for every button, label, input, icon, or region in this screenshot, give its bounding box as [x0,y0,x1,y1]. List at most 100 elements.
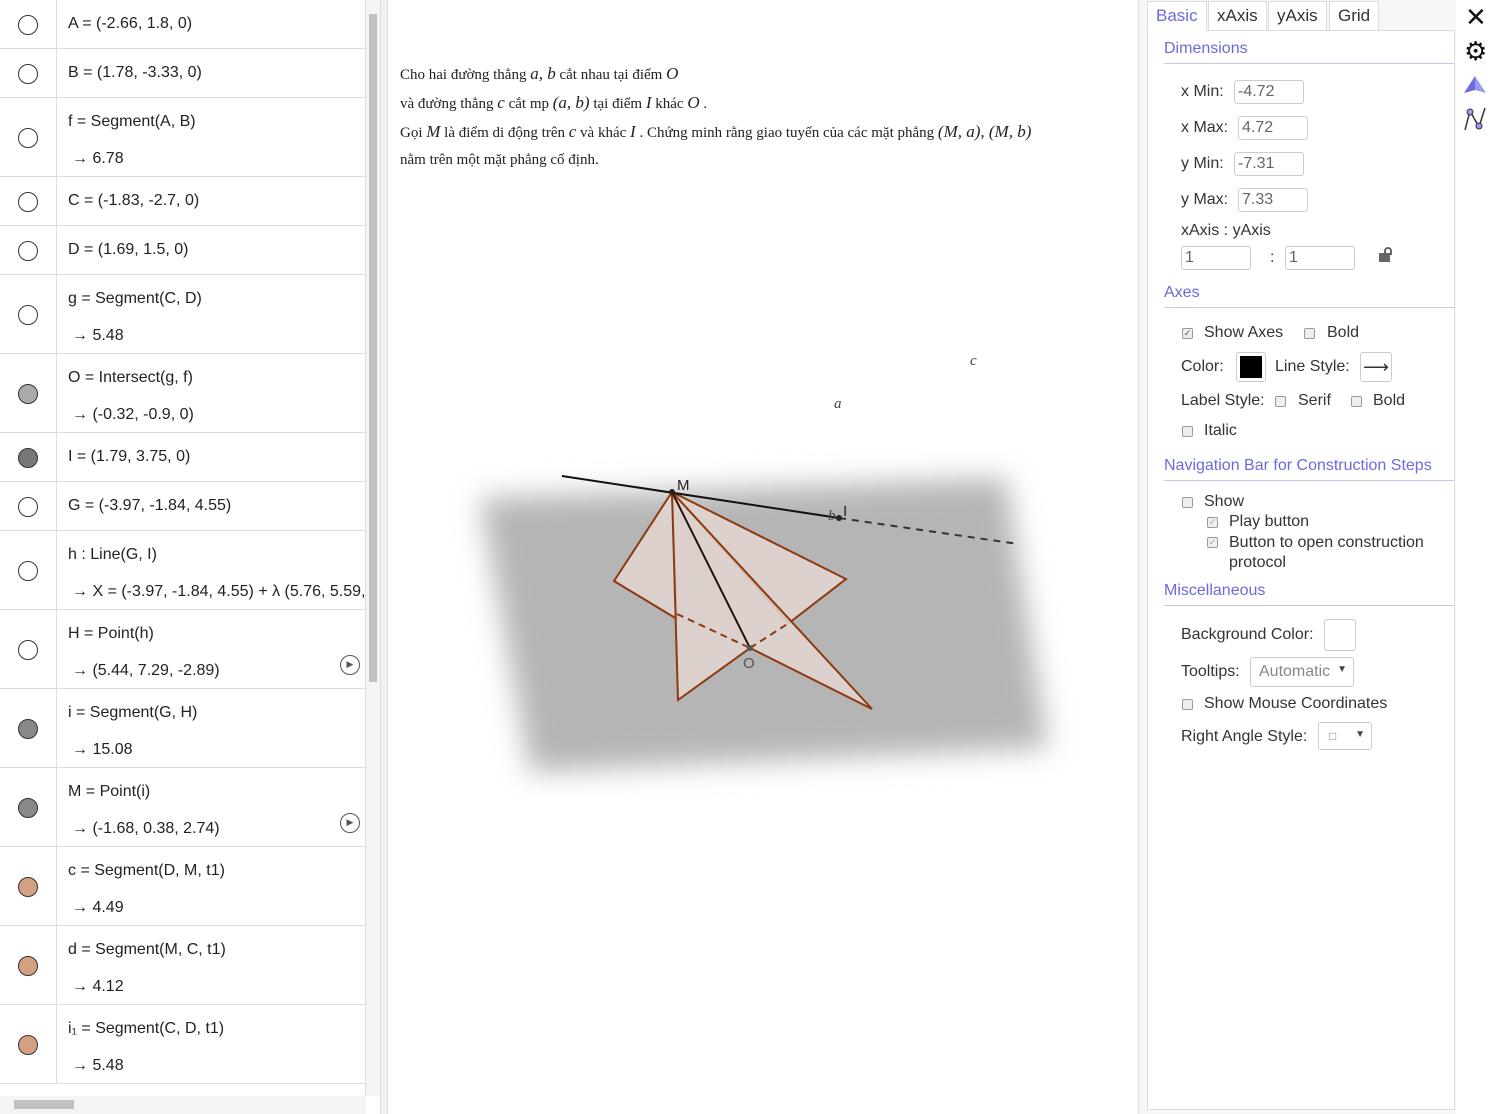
object-value: → (5.44, 7.29, -2.89) [72,662,220,679]
object-definition[interactable]: D = (1.69, 1.5, 0) [68,241,189,259]
visibility-toggle[interactable] [18,304,38,325]
object-definition[interactable]: d = Segment(M, C, t1) [68,941,226,959]
play-button-checkbox[interactable]: ✓ [1207,517,1218,528]
tab-xaxis[interactable]: xAxis [1208,1,1267,31]
visibility-toggle[interactable] [18,63,38,84]
object-definition[interactable]: f = Segment(A, B) [68,113,196,131]
tab-yaxis[interactable]: yAxis [1268,1,1327,31]
play-button-label: Play button [1229,513,1310,530]
show-nav-checkbox[interactable] [1182,497,1193,508]
algebra-row[interactable]: d = Segment(M, C, t1) → 4.12 [0,926,365,1005]
object-definition[interactable]: c = Segment(D, M, t1) [68,862,225,880]
algebra-row[interactable]: c = Segment(D, M, t1) → 4.49 [0,847,365,926]
close-icon[interactable]: ✕ [1465,2,1487,33]
ratio-label: xAxis : yAxis [1181,222,1271,239]
axes-color-button[interactable] [1236,352,1266,382]
object-definition[interactable]: h : Line(G, I) [68,546,157,564]
visibility-toggle[interactable] [18,876,38,897]
open-protocol-checkbox[interactable]: ✓ [1207,537,1218,548]
visibility-toggle[interactable] [18,560,38,581]
label-bold-checkbox[interactable] [1351,396,1362,407]
xmin-input[interactable]: -4.72 [1234,80,1304,104]
algebra-row[interactable]: B = (1.78, -3.33, 0) [0,49,365,98]
object-definition[interactable]: H = Point(h) [68,625,154,643]
algebra-row[interactable]: g = Segment(C, D) → 5.48 [0,275,365,354]
ratio-y-input[interactable]: 1 [1285,246,1355,270]
algebra-row[interactable]: A = (-2.66, 1.8, 0) [0,0,365,49]
ymin-input[interactable]: -7.31 [1234,152,1304,176]
object-value: → 6.78 [72,150,124,167]
algebra-row[interactable]: M = Point(i) → (-1.68, 0.38, 2.74) ▶ [0,768,365,847]
section-axes: Axes [1164,284,1200,301]
open-protocol-label: Button to open construction protocol [1229,534,1424,571]
scene-svg: M I O b c a [480,353,1048,772]
object-definition[interactable]: C = (-1.83, -2.7, 0) [68,192,199,210]
object-definition[interactable]: I = (1.79, 3.75, 0) [68,448,190,466]
row-separator [56,847,57,925]
graphics-3d-icon[interactable] [1463,75,1487,97]
visibility-toggle[interactable] [18,127,38,148]
italic-checkbox[interactable] [1182,426,1193,437]
graphics-3d-view[interactable]: Cho hai đường thẳng a, b cắt nhau tại đi… [388,0,1138,1114]
divider [1164,605,1454,606]
object-definition[interactable]: i = Segment(G, H) [68,704,197,722]
point-M [669,489,675,495]
ymax-input[interactable]: 7.33 [1238,188,1308,212]
visibility-toggle[interactable] [18,191,38,212]
panel-divider[interactable] [380,0,388,1114]
algebra-row[interactable]: D = (1.69, 1.5, 0) [0,226,365,275]
visibility-toggle[interactable] [18,240,38,261]
background-color-label: Background Color: [1181,626,1314,643]
algebra-row[interactable]: h : Line(G, I) → X = (-3.97, -1.84, 4.55)… [0,531,365,610]
xmax-input[interactable]: 4.72 [1238,116,1308,140]
object-definition[interactable]: O = Intersect(g, f) [68,369,193,387]
visibility-toggle[interactable] [18,718,38,739]
ratio-x-input[interactable]: 1 [1181,246,1251,270]
play-animation-button[interactable]: ▶ [340,813,360,833]
algebra-row[interactable]: i = Segment(G, H) → 15.08 [0,689,365,768]
xmin-label: x Min: [1181,83,1224,100]
object-definition[interactable]: M = Point(i) [68,783,150,801]
visibility-toggle[interactable] [18,1034,38,1055]
show-axes-checkbox[interactable]: ✓ [1182,328,1193,339]
gear-icon[interactable]: ⚙ [1464,36,1487,67]
algebra-row[interactable]: f = Segment(A, B) → 6.78 [0,98,365,177]
algebra-row[interactable]: G = (-3.97, -1.84, 4.55) [0,482,365,531]
visibility-toggle[interactable] [18,955,38,976]
background-color-button[interactable] [1324,619,1356,651]
object-definition[interactable]: G = (-3.97, -1.84, 4.55) [68,497,231,515]
row-separator [56,0,57,48]
visibility-toggle[interactable] [18,797,38,818]
visibility-toggle[interactable] [18,447,38,468]
label-style-label: Label Style: [1181,392,1265,409]
graphics-icon[interactable] [1463,106,1487,132]
tab-grid[interactable]: Grid [1329,1,1380,31]
vertical-scroll-thumb[interactable] [369,14,377,682]
bold-checkbox[interactable] [1304,328,1315,339]
right-angle-dropdown[interactable]: □ ▼ [1318,722,1372,750]
algebra-row[interactable]: O = Intersect(g, f) → (-0.32, -0.9, 0) [0,354,365,433]
algebra-row[interactable]: i₁ = Segment(C, D, t1) → 5.48 [0,1005,365,1084]
horizontal-scroll-thumb[interactable] [14,1100,74,1109]
object-definition[interactable]: i₁ = Segment(C, D, t1) [68,1020,224,1038]
serif-checkbox[interactable] [1275,396,1286,407]
algebra-row[interactable]: C = (-1.83, -2.7, 0) [0,177,365,226]
visibility-toggle[interactable] [18,383,38,404]
visibility-toggle[interactable] [18,639,38,660]
tab-basic[interactable]: Basic [1147,1,1207,31]
visibility-toggle[interactable] [18,496,38,517]
algebra-view: A = (-2.66, 1.8, 0) B = (1.78, -3.33, 0) f… [0,0,366,1096]
algebra-row[interactable]: I = (1.79, 3.75, 0) [0,433,365,482]
line-style-button[interactable]: ⟶ [1360,352,1392,382]
ratio-separator: : [1270,249,1275,266]
object-definition[interactable]: B = (1.78, -3.33, 0) [68,64,202,82]
object-definition[interactable]: A = (-2.66, 1.8, 0) [68,15,192,33]
visibility-toggle[interactable] [18,14,38,35]
object-value: → 4.49 [72,899,124,916]
algebra-row[interactable]: H = Point(h) → (5.44, 7.29, -2.89) ▶ [0,610,365,689]
tooltips-dropdown[interactable]: Automatic ▼ [1250,657,1354,687]
play-animation-button[interactable]: ▶ [340,655,360,675]
divider [1164,307,1454,308]
object-definition[interactable]: g = Segment(C, D) [68,290,202,308]
mouse-coords-checkbox[interactable] [1182,699,1193,710]
